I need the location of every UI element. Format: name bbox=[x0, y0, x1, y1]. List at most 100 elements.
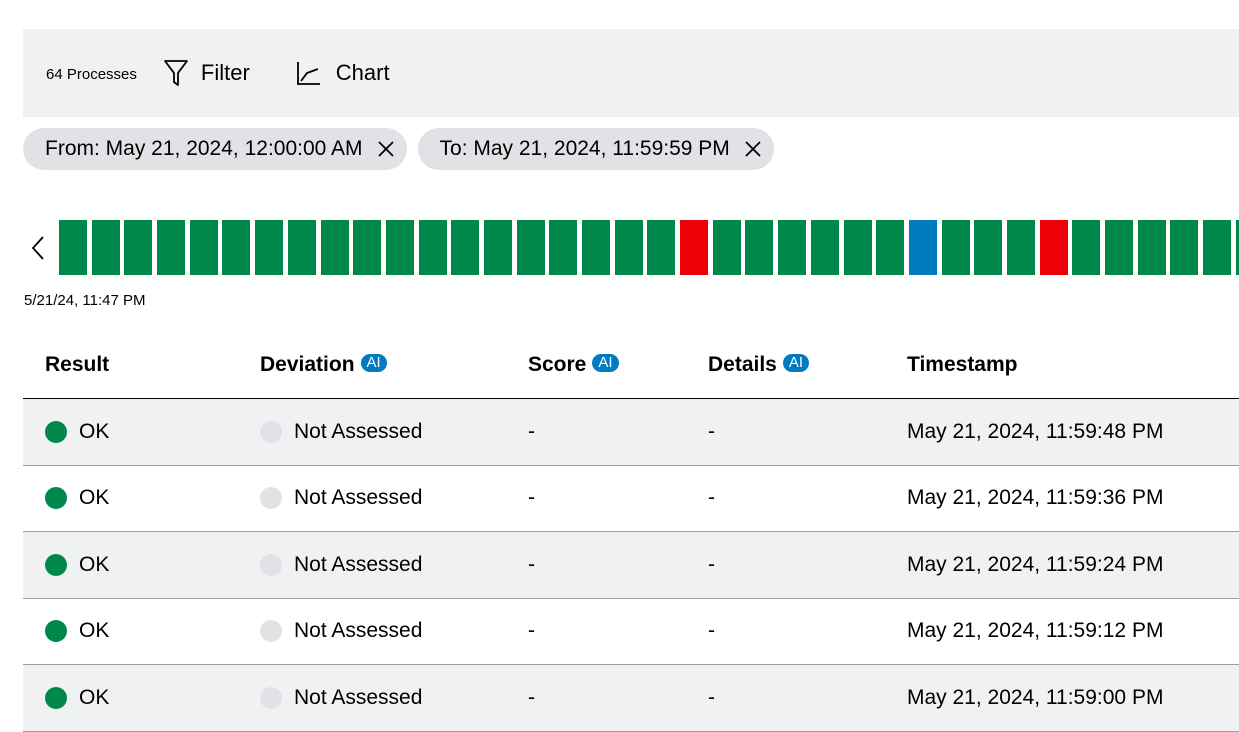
timeline-bar-nok[interactable] bbox=[680, 220, 709, 275]
not-assessed-dot bbox=[260, 553, 282, 576]
timeline-bar-ok[interactable] bbox=[1006, 220, 1035, 275]
score-cell: - bbox=[528, 685, 535, 709]
not-assessed-dot bbox=[260, 620, 282, 642]
status-ok-dot bbox=[45, 420, 67, 443]
timeline-bar-ok[interactable] bbox=[582, 220, 610, 275]
details-cell: - bbox=[708, 486, 715, 509]
timeline-bar-ok[interactable] bbox=[287, 220, 316, 275]
filter-label: Filter bbox=[200, 60, 250, 85]
table-header: Result Deviation AI Score AI Details AI … bbox=[23, 333, 1239, 399]
deviation-text: Not Assessed bbox=[294, 419, 423, 443]
column-header-details[interactable]: Details AI bbox=[708, 353, 810, 377]
result-text: OK bbox=[79, 419, 110, 443]
timeline-bar-ok[interactable] bbox=[91, 220, 120, 275]
timeline-bar-ok[interactable] bbox=[516, 220, 545, 275]
status-ok-dot bbox=[45, 553, 67, 576]
timeline-bar-ok[interactable] bbox=[483, 220, 512, 275]
result-text: OK bbox=[79, 552, 110, 576]
timeline-bar-ok[interactable] bbox=[647, 220, 676, 275]
process-count: 64 Processes bbox=[46, 65, 137, 83]
timeline-bar-ok[interactable] bbox=[614, 220, 643, 275]
timestamp-cell: May 21, 2024, 11:59:12 PM bbox=[907, 619, 1164, 642]
timeline-bar-ok[interactable] bbox=[1072, 220, 1101, 275]
details-cell: - bbox=[708, 419, 715, 443]
column-header-deviation[interactable]: Deviation AI bbox=[260, 353, 387, 377]
deviation-text: Not Assessed bbox=[294, 685, 423, 709]
table-row[interactable]: OK Not Assessed - - May 21, 2024, 11:59:… bbox=[23, 466, 1239, 532]
table-row[interactable]: OK Not Assessed - - May 21, 2024, 11:59:… bbox=[23, 665, 1239, 732]
timeline-bar-ok[interactable] bbox=[320, 220, 349, 275]
timeline-bars bbox=[59, 220, 1239, 275]
timeline-bar-ok[interactable] bbox=[745, 220, 774, 275]
not-assessed-dot bbox=[260, 487, 282, 509]
table-row[interactable]: OK Not Assessed - - May 21, 2024, 11:59:… bbox=[23, 599, 1239, 665]
timeline-bar-ok[interactable] bbox=[1137, 220, 1166, 275]
timeline-bar-ok[interactable] bbox=[353, 220, 382, 275]
score-cell: - bbox=[528, 619, 535, 642]
not-assessed-dot bbox=[260, 686, 282, 709]
timeline-bar-info[interactable] bbox=[908, 220, 937, 275]
chevron-left-icon[interactable] bbox=[27, 235, 51, 261]
chip-label: To: May 21, 2024, 11:59:59 PM bbox=[439, 137, 730, 160]
timeline-bar-ok[interactable] bbox=[222, 220, 251, 275]
table-row[interactable]: OK Not Assessed - - May 21, 2024, 11:59:… bbox=[23, 532, 1239, 599]
process-table: Result Deviation AI Score AI Details AI … bbox=[23, 333, 1239, 732]
status-ok-dot bbox=[45, 686, 67, 709]
timestamp-cell: May 21, 2024, 11:59:24 PM bbox=[907, 552, 1164, 576]
status-ok-dot bbox=[45, 487, 67, 509]
close-icon[interactable] bbox=[377, 140, 395, 158]
timeline-date: 5/21/24, 11:47 PM bbox=[24, 292, 146, 309]
deviation-text: Not Assessed bbox=[294, 486, 423, 509]
filter-button[interactable]: Filter bbox=[163, 59, 250, 87]
timeline-bar-ok[interactable] bbox=[843, 220, 872, 275]
result-text: OK bbox=[79, 619, 110, 642]
timeline-bar-ok[interactable] bbox=[1170, 220, 1199, 275]
score-cell: - bbox=[528, 552, 535, 576]
details-cell: - bbox=[708, 619, 715, 642]
timeline-bar-ok[interactable] bbox=[124, 220, 153, 275]
chart-label: Chart bbox=[335, 60, 390, 85]
timestamp-cell: May 21, 2024, 11:59:48 PM bbox=[907, 419, 1164, 443]
status-ok-dot bbox=[45, 620, 67, 642]
result-text: OK bbox=[79, 486, 110, 509]
timeline-bar-ok[interactable] bbox=[941, 220, 970, 275]
chart-button[interactable]: Chart bbox=[296, 60, 390, 86]
timeline-bar-ok[interactable] bbox=[1203, 220, 1232, 275]
details-cell: - bbox=[708, 552, 715, 576]
timestamp-cell: May 21, 2024, 11:59:00 PM bbox=[907, 685, 1164, 709]
timeline-bar-ok[interactable] bbox=[418, 220, 447, 275]
close-icon[interactable] bbox=[744, 140, 762, 158]
timeline-bar-ok[interactable] bbox=[712, 220, 741, 275]
column-header-score[interactable]: Score AI bbox=[528, 353, 619, 377]
table-row[interactable]: OK Not Assessed - - May 21, 2024, 11:59:… bbox=[23, 399, 1239, 466]
score-cell: - bbox=[528, 419, 535, 443]
chip-label: From: May 21, 2024, 12:00:00 AM bbox=[45, 137, 363, 160]
column-header-result[interactable]: Result bbox=[45, 353, 109, 377]
not-assessed-dot bbox=[260, 420, 282, 443]
timeline-bar-nok[interactable] bbox=[1039, 220, 1068, 275]
ai-badge: AI bbox=[360, 354, 387, 372]
toolbar: 64 Processes Filter Chart bbox=[23, 29, 1239, 117]
deviation-text: Not Assessed bbox=[294, 552, 423, 576]
timeline-bar-ok[interactable] bbox=[189, 220, 218, 275]
from-date-chip[interactable]: From: May 21, 2024, 12:00:00 AM bbox=[23, 128, 407, 170]
timeline-bar-ok[interactable] bbox=[385, 220, 414, 275]
column-header-timestamp[interactable]: Timestamp bbox=[907, 353, 1018, 377]
timeline-bar-ok[interactable] bbox=[255, 220, 284, 275]
timeline-bar-ok[interactable] bbox=[1105, 220, 1133, 275]
chart-icon bbox=[296, 60, 322, 86]
timeline-bar-ok[interactable] bbox=[549, 220, 578, 275]
timeline-bar-ok[interactable] bbox=[876, 220, 905, 275]
filter-chips: From: May 21, 2024, 12:00:00 AM To: May … bbox=[23, 128, 785, 170]
timeline-bar-ok[interactable] bbox=[59, 220, 87, 275]
timestamp-cell: May 21, 2024, 11:59:36 PM bbox=[907, 486, 1164, 509]
process-timeline bbox=[23, 220, 1239, 275]
timeline-bar-ok[interactable] bbox=[974, 220, 1003, 275]
timeline-bar-ok[interactable] bbox=[157, 220, 186, 275]
to-date-chip[interactable]: To: May 21, 2024, 11:59:59 PM bbox=[417, 128, 774, 170]
result-text: OK bbox=[79, 685, 110, 709]
timeline-bar-ok[interactable] bbox=[810, 220, 839, 275]
timeline-bar-ok[interactable] bbox=[778, 220, 807, 275]
timeline-bar-ok[interactable] bbox=[451, 220, 480, 275]
deviation-text: Not Assessed bbox=[294, 619, 423, 642]
